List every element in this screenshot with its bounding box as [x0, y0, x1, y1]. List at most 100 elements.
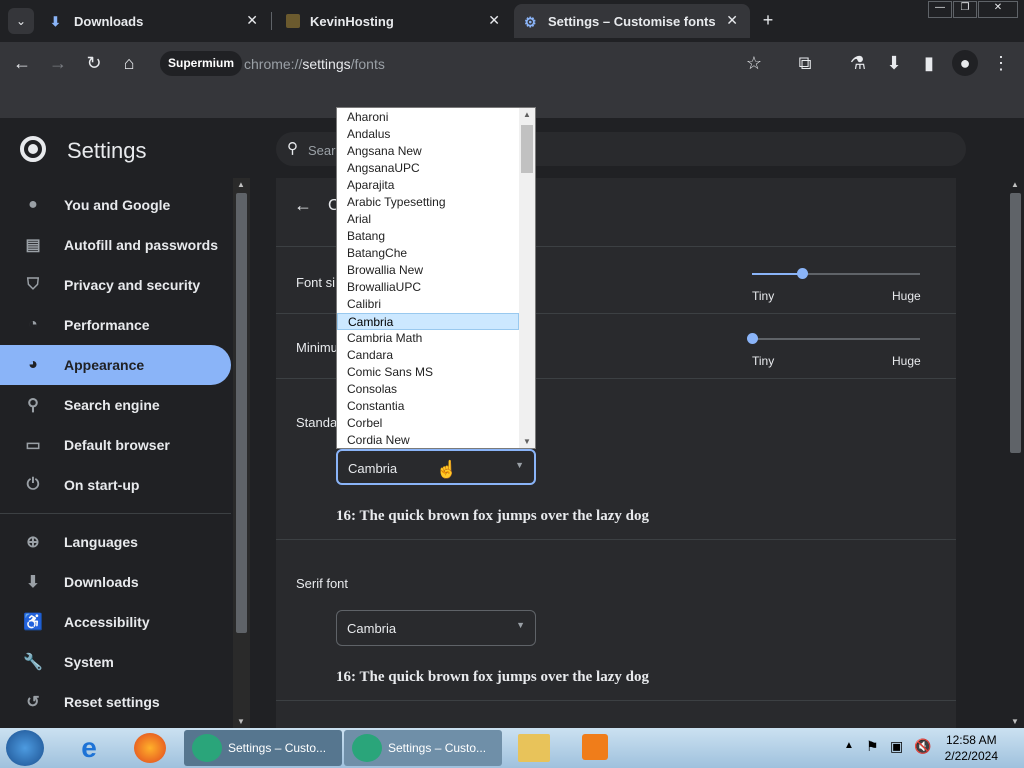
dropdown-option[interactable]: Cambria Math — [337, 330, 519, 347]
dropdown-option[interactable]: Calibri — [337, 296, 519, 313]
system-clock[interactable]: 12:58 AM 2/22/2024 — [945, 732, 998, 764]
sidebar-item-default-browser[interactable]: ▭ Default browser — [0, 425, 231, 465]
minimize-button[interactable]: — — [928, 1, 952, 18]
side-panel-icon[interactable]: ▮ — [916, 50, 942, 76]
page-title: Settings — [67, 138, 147, 163]
dropdown-option[interactable]: Arabic Typesetting — [337, 194, 519, 211]
media-player-icon[interactable] — [582, 734, 608, 760]
dropdown-scrollbar[interactable]: ▲ ▼ — [519, 108, 535, 448]
close-icon[interactable]: ✕ — [246, 12, 258, 29]
sidebar-item-accessibility[interactable]: ♿ Accessibility — [0, 602, 231, 642]
font-size-slider[interactable] — [752, 268, 920, 279]
sidebar-item-on-startup[interactable]: ⏻ On start-up — [0, 465, 231, 505]
person-icon: ● — [28, 196, 38, 213]
power-icon: ⏻ — [26, 476, 40, 493]
sidebar-item-downloads[interactable]: ⬇ Downloads — [0, 562, 231, 602]
tab-kevinhosting[interactable]: KevinHosting ✕ — [276, 4, 512, 38]
volume-muted-icon[interactable]: 🔇 — [914, 738, 931, 755]
dropdown-option[interactable]: Andalus — [337, 126, 519, 143]
profile-avatar[interactable]: ● — [952, 50, 978, 76]
new-tab-button[interactable]: + — [755, 7, 781, 33]
url-text: chrome://settings/fonts — [244, 56, 385, 72]
download-icon[interactable]: ⬇ — [881, 50, 907, 76]
tab-downloads[interactable]: ⬇ Downloads ✕ — [40, 4, 270, 38]
forward-icon[interactable]: → — [45, 50, 71, 76]
serif-font-select[interactable]: Cambria ▼ — [336, 610, 536, 646]
dropdown-option[interactable]: BrowalliaUPC — [337, 279, 519, 296]
sidebar-scrollbar[interactable]: ▲ ▼ — [233, 178, 250, 728]
download-icon: ⬇ — [26, 574, 40, 591]
dropdown-option[interactable]: Angsana New — [337, 143, 519, 160]
back-arrow-icon[interactable]: ← — [294, 195, 312, 216]
min-size-slider[interactable] — [747, 333, 920, 344]
dropdown-option[interactable]: AngsanaUPC — [337, 160, 519, 177]
tab-label: KevinHosting — [310, 13, 394, 29]
start-button[interactable] — [6, 730, 44, 766]
main-scrollbar[interactable]: ▲ ▼ — [1007, 178, 1024, 728]
extensions-icon[interactable]: ⧉ — [792, 50, 818, 76]
dropdown-option[interactable]: Batang — [337, 228, 519, 245]
dropdown-option[interactable]: Corbel — [337, 415, 519, 432]
taskbar-window-button[interactable]: Settings – Custo... — [184, 730, 342, 766]
sidebar-item-system[interactable]: 🔧 System — [0, 642, 231, 682]
select-value: Cambria — [347, 621, 397, 636]
network-icon[interactable]: ▣ — [890, 738, 903, 755]
file-explorer-icon[interactable] — [518, 734, 550, 762]
tab-settings[interactable]: ⚙ Settings – Customise fonts ✕ — [514, 4, 750, 38]
dropdown-option[interactable]: Browallia New — [337, 262, 519, 279]
sidebar-item-languages[interactable]: ⊕ Languages — [0, 522, 231, 562]
internet-explorer-icon[interactable]: e — [72, 732, 106, 764]
sidebar-item-reset-settings[interactable]: ↺ Reset settings — [0, 682, 231, 722]
dropdown-option[interactable]: Candara — [337, 347, 519, 364]
palette-icon: ◕ — [28, 356, 38, 373]
download-icon: ⬇ — [50, 14, 61, 29]
slider-knob[interactable] — [747, 333, 758, 344]
supermium-icon — [352, 734, 382, 762]
dropdown-option[interactable]: Aparajita — [337, 177, 519, 194]
globe-icon: ⊕ — [26, 534, 40, 551]
select-value: Cambria — [348, 461, 398, 476]
tab-search-button[interactable]: ⌄ — [8, 8, 34, 34]
tab-label: Downloads — [74, 13, 144, 29]
search-icon: ⚲ — [287, 140, 298, 157]
taskbar-window-button[interactable]: Settings – Custo... — [344, 730, 502, 766]
dropdown-option[interactable]: Constantia — [337, 398, 519, 415]
restore-button[interactable]: ❐ — [953, 1, 977, 18]
dropdown-option[interactable]: Consolas — [337, 381, 519, 398]
dropdown-option[interactable]: Cordia New — [337, 432, 519, 449]
sidebar-item-autofill[interactable]: ▤ Autofill and passwords — [0, 225, 231, 265]
dropdown-option[interactable]: Comic Sans MS — [337, 364, 519, 381]
back-icon[interactable]: ← — [9, 50, 35, 76]
sidebar: ● You and Google ▤ Autofill and passwords … — [0, 178, 250, 728]
tiny-label: Tiny — [752, 289, 775, 303]
sidebar-item-performance[interactable]: ◔ Performance — [0, 305, 231, 345]
tab-strip: ⌄ ⬇ Downloads ✕ KevinHosting ✕ ⚙ Setting… — [0, 0, 1024, 42]
slider-knob[interactable] — [797, 268, 809, 279]
window-close-button[interactable]: ✕ — [978, 1, 1018, 18]
home-icon[interactable]: ⌂ — [116, 50, 142, 76]
dropdown-option[interactable]: Aharoni — [337, 109, 519, 126]
menu-icon[interactable]: ⋮ — [988, 50, 1014, 76]
browser-icon: ▭ — [25, 437, 41, 454]
sidebar-item-you-and-google[interactable]: ● You and Google — [0, 185, 231, 225]
labs-flask-icon[interactable]: ⚗ — [845, 50, 871, 76]
dropdown-option[interactable]: Arial — [337, 211, 519, 228]
address-bar[interactable]: Supermium chrome://settings/fonts — [158, 51, 772, 76]
dropdown-arrow-icon: ▼ — [515, 460, 524, 470]
font-dropdown-list[interactable]: Aharoni Andalus Angsana New AngsanaUPC Apara… — [336, 107, 536, 449]
dropdown-option[interactable]: BatangChe — [337, 245, 519, 262]
close-icon[interactable]: ✕ — [488, 12, 500, 29]
sidebar-item-search-engine[interactable]: ⚲ Search engine — [0, 385, 231, 425]
reload-icon[interactable]: ↻ — [81, 50, 107, 76]
close-icon[interactable]: ✕ — [726, 12, 738, 29]
dropdown-option[interactable]: Cambria — [337, 313, 519, 330]
firefox-icon[interactable] — [134, 733, 166, 763]
speedometer-icon: ◔ — [28, 316, 38, 333]
action-center-flag-icon[interactable]: ⚑ — [866, 738, 879, 755]
standard-font-select[interactable]: Cambria ▼ ☝ — [336, 449, 536, 485]
sidebar-item-appearance[interactable]: ◕ Appearance — [0, 345, 231, 385]
accessibility-icon: ♿ — [23, 614, 43, 631]
show-hidden-icons[interactable]: ▲ — [844, 740, 854, 751]
sidebar-item-privacy[interactable]: ⛉ Privacy and security — [0, 265, 231, 305]
clipboard-icon: ▤ — [25, 237, 41, 254]
